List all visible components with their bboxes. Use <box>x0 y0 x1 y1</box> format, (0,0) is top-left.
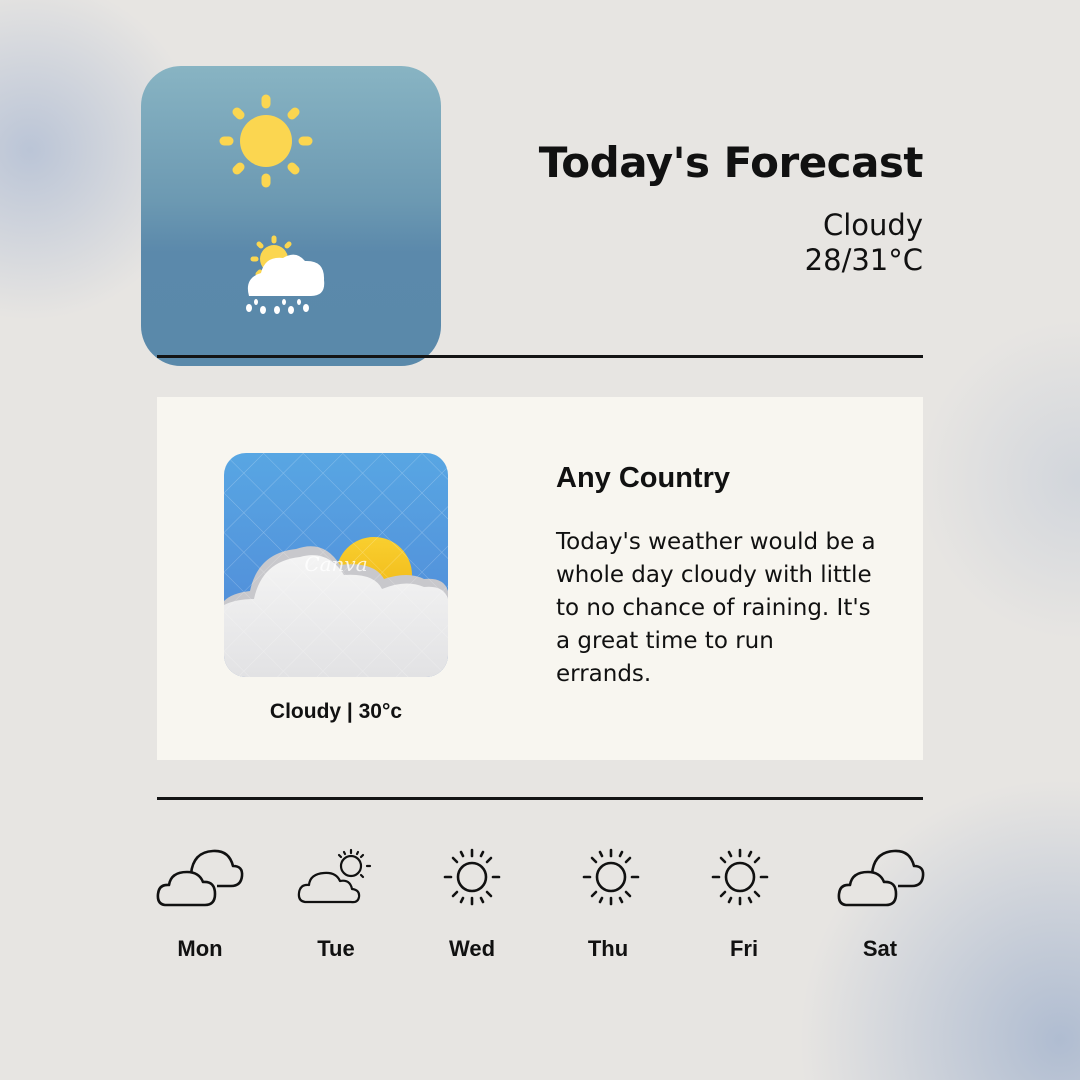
day-label: Wed <box>448 936 496 961</box>
cloudy-icon <box>156 849 244 907</box>
day-label: Tue <box>317 936 355 961</box>
sun-icon <box>219 94 313 188</box>
sun-icon <box>582 848 640 906</box>
hero-icons <box>219 94 325 314</box>
sun-icon <box>711 848 769 906</box>
day-label: Sat <box>862 936 898 961</box>
location-title: Any Country <box>556 462 730 494</box>
watermark-text: Canva <box>304 552 367 576</box>
day-label: Fri <box>729 936 759 961</box>
day-label: Thu <box>587 936 629 961</box>
day-label: Mon <box>177 936 223 961</box>
hero-weather-tile <box>141 66 441 366</box>
page-title: Today's Forecast <box>538 138 924 187</box>
current-condition: Cloudy <box>823 208 923 242</box>
top-divider <box>157 355 923 358</box>
cloudy-sun-illustration: Canva <box>224 453 448 677</box>
cloudy-icon <box>837 849 925 907</box>
sun-icon <box>443 848 501 906</box>
sun-cloud-rain-icon <box>246 235 325 314</box>
cloudy-sun-icon: Canva <box>224 453 448 677</box>
card-caption: Cloudy | 30°c <box>269 700 403 723</box>
partly-sunny-icon <box>297 848 372 904</box>
forecast-description: Today's weather would be a whole day clo… <box>556 529 876 687</box>
bottom-divider <box>157 797 923 800</box>
temperature-range: 28/31°C <box>804 243 923 277</box>
